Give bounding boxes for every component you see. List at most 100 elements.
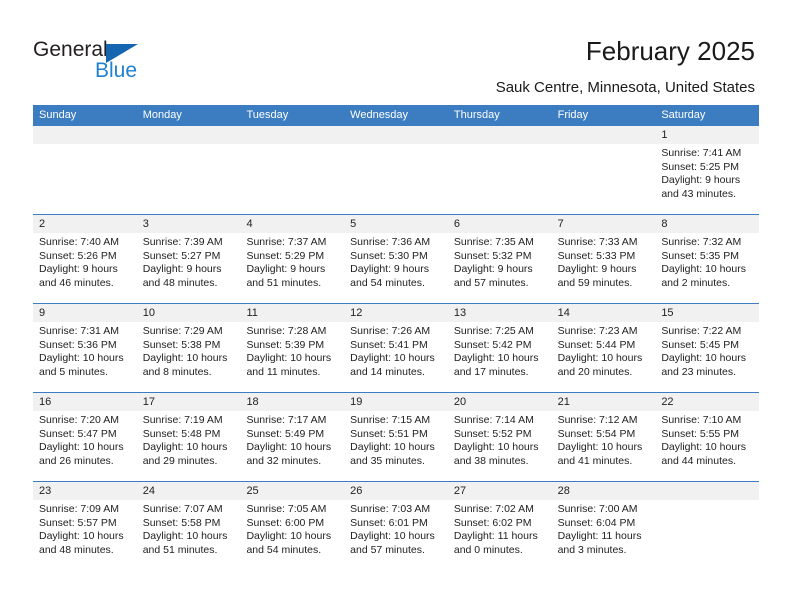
sunrise-text: Sunrise: 7:07 AM: [142, 503, 223, 515]
daylight-text: Daylight: 10 hours and 5 minutes.: [39, 352, 124, 378]
day-cell[interactable]: 12 Sunrise: 7:26 AM Sunset: 5:41 PM Dayl…: [344, 304, 448, 392]
day-details: Sunrise: 7:02 AM Sunset: 6:02 PM Dayligh…: [448, 500, 552, 557]
day-cell[interactable]: 7 Sunrise: 7:33 AM Sunset: 5:33 PM Dayli…: [551, 215, 656, 303]
day-number: 22: [655, 393, 760, 411]
weekday-header-tuesday: Tuesday: [246, 109, 289, 121]
day-number: 6: [447, 215, 552, 233]
calendar-week-row: 23 Sunrise: 7:09 AM Sunset: 5:57 PM Dayl…: [33, 481, 760, 570]
day-cell[interactable]: 8 Sunrise: 7:32 AM Sunset: 5:35 PM Dayli…: [655, 215, 760, 303]
sunrise-text: Sunrise: 7:17 AM: [246, 414, 327, 426]
day-details: Sunrise: 7:36 AM Sunset: 5:30 PM Dayligh…: [344, 233, 448, 290]
day-cell[interactable]: [33, 126, 137, 214]
day-details: Sunrise: 7:40 AM Sunset: 5:26 PM Dayligh…: [33, 233, 137, 290]
day-details: Sunrise: 7:10 AM Sunset: 5:55 PM Dayligh…: [655, 411, 759, 468]
day-details: Sunrise: 7:03 AM Sunset: 6:01 PM Dayligh…: [344, 500, 448, 557]
day-number: 3: [136, 215, 241, 233]
day-number: 23: [33, 482, 137, 500]
day-number: [136, 126, 241, 144]
sunset-text: Sunset: 5:35 PM: [661, 249, 739, 262]
daylight-text: Daylight: 10 hours and 23 minutes.: [661, 352, 746, 378]
sunset-text: Sunset: 5:27 PM: [142, 249, 221, 262]
day-cell[interactable]: 19 Sunrise: 7:15 AM Sunset: 5:51 PM Dayl…: [344, 393, 448, 481]
daylight-text: Daylight: 9 hours and 46 minutes.: [39, 263, 118, 289]
day-cell[interactable]: 17 Sunrise: 7:19 AM Sunset: 5:48 PM Dayl…: [136, 393, 241, 481]
sunset-text: Sunset: 5:29 PM: [246, 249, 325, 262]
day-cell[interactable]: 2 Sunrise: 7:40 AM Sunset: 5:26 PM Dayli…: [33, 215, 137, 303]
day-number: 2: [33, 215, 137, 233]
day-details: Sunrise: 7:39 AM Sunset: 5:27 PM Dayligh…: [137, 233, 241, 290]
day-cell[interactable]: 10 Sunrise: 7:29 AM Sunset: 5:38 PM Dayl…: [136, 304, 241, 392]
weekday-header-sunday: Sunday: [39, 109, 77, 121]
sunset-text: Sunset: 5:55 PM: [661, 427, 739, 440]
logo-text-blue: Blue: [95, 59, 138, 82]
day-cell[interactable]: 15 Sunrise: 7:22 AM Sunset: 5:45 PM Dayl…: [655, 304, 760, 392]
sunrise-text: Sunrise: 7:37 AM: [246, 236, 327, 248]
day-details: Sunrise: 7:15 AM Sunset: 5:51 PM Dayligh…: [344, 411, 448, 468]
day-cell[interactable]: 21 Sunrise: 7:12 AM Sunset: 5:54 PM Dayl…: [551, 393, 656, 481]
day-cell[interactable]: 22 Sunrise: 7:10 AM Sunset: 5:55 PM Dayl…: [655, 393, 760, 481]
page-header: General Blue February 2025 Sauk Centre, …: [0, 0, 792, 104]
day-cell[interactable]: 16 Sunrise: 7:20 AM Sunset: 5:47 PM Dayl…: [33, 393, 137, 481]
day-number: 25: [240, 482, 345, 500]
day-cell[interactable]: 6 Sunrise: 7:35 AM Sunset: 5:32 PM Dayli…: [447, 215, 552, 303]
day-cell[interactable]: 27 Sunrise: 7:02 AM Sunset: 6:02 PM Dayl…: [447, 482, 552, 570]
day-cell[interactable]: [136, 126, 241, 214]
day-cell[interactable]: 14 Sunrise: 7:23 AM Sunset: 5:44 PM Dayl…: [551, 304, 656, 392]
day-cell[interactable]: 4 Sunrise: 7:37 AM Sunset: 5:29 PM Dayli…: [240, 215, 345, 303]
day-details: Sunrise: 7:14 AM Sunset: 5:52 PM Dayligh…: [448, 411, 552, 468]
day-number: 24: [136, 482, 241, 500]
day-cell[interactable]: 28 Sunrise: 7:00 AM Sunset: 6:04 PM Dayl…: [551, 482, 656, 570]
day-cell[interactable]: 20 Sunrise: 7:14 AM Sunset: 5:52 PM Dayl…: [447, 393, 552, 481]
day-cell[interactable]: 9 Sunrise: 7:31 AM Sunset: 5:36 PM Dayli…: [33, 304, 137, 392]
day-details: Sunrise: 7:20 AM Sunset: 5:47 PM Dayligh…: [33, 411, 137, 468]
day-cell[interactable]: 11 Sunrise: 7:28 AM Sunset: 5:39 PM Dayl…: [240, 304, 345, 392]
sunset-text: Sunset: 5:25 PM: [661, 160, 739, 173]
calendar-week-row: 1 Sunrise: 7:41 AM Sunset: 5:25 PM Dayli…: [33, 125, 760, 214]
day-number: 17: [136, 393, 241, 411]
sunrise-text: Sunrise: 7:40 AM: [39, 236, 119, 248]
sunset-text: Sunset: 5:39 PM: [246, 338, 325, 351]
day-cell[interactable]: [447, 126, 552, 214]
sunset-text: Sunset: 5:51 PM: [350, 427, 428, 440]
sunrise-text: Sunrise: 7:28 AM: [246, 325, 327, 337]
day-cell[interactable]: 13 Sunrise: 7:25 AM Sunset: 5:42 PM Dayl…: [447, 304, 552, 392]
day-cell[interactable]: 3 Sunrise: 7:39 AM Sunset: 5:27 PM Dayli…: [136, 215, 241, 303]
day-cell[interactable]: 26 Sunrise: 7:03 AM Sunset: 6:01 PM Dayl…: [344, 482, 448, 570]
sunset-text: Sunset: 5:38 PM: [142, 338, 221, 351]
day-cell[interactable]: 23 Sunrise: 7:09 AM Sunset: 5:57 PM Dayl…: [33, 482, 137, 570]
day-details: Sunrise: 7:25 AM Sunset: 5:42 PM Dayligh…: [448, 322, 552, 379]
day-cell[interactable]: [551, 126, 656, 214]
sunrise-text: Sunrise: 7:29 AM: [142, 325, 223, 337]
day-number: [33, 126, 137, 144]
day-number: [240, 126, 345, 144]
day-details: Sunrise: 7:09 AM Sunset: 5:57 PM Dayligh…: [33, 500, 137, 557]
weekday-header-row: Sunday Monday Tuesday Wednesday Thursday…: [33, 105, 759, 125]
day-cell[interactable]: 24 Sunrise: 7:07 AM Sunset: 5:58 PM Dayl…: [136, 482, 241, 570]
daylight-text: Daylight: 10 hours and 48 minutes.: [39, 530, 124, 556]
sunset-text: Sunset: 6:04 PM: [557, 516, 636, 529]
day-details: Sunrise: 7:37 AM Sunset: 5:29 PM Dayligh…: [240, 233, 344, 290]
day-cell[interactable]: [655, 482, 760, 570]
day-cell[interactable]: [344, 126, 448, 214]
weekday-header-saturday: Saturday: [661, 109, 706, 121]
day-cell[interactable]: 18 Sunrise: 7:17 AM Sunset: 5:49 PM Dayl…: [240, 393, 345, 481]
day-number: 20: [447, 393, 552, 411]
general-blue-logo[interactable]: General Blue: [33, 38, 163, 84]
day-cell[interactable]: [240, 126, 345, 214]
daylight-text: Daylight: 10 hours and 57 minutes.: [350, 530, 435, 556]
calendar-week-row: 9 Sunrise: 7:31 AM Sunset: 5:36 PM Dayli…: [33, 303, 760, 392]
daylight-text: Daylight: 9 hours and 54 minutes.: [350, 263, 429, 289]
day-cell[interactable]: 5 Sunrise: 7:36 AM Sunset: 5:30 PM Dayli…: [344, 215, 448, 303]
calendar-page: General Blue February 2025 Sauk Centre, …: [0, 0, 792, 612]
daylight-text: Daylight: 10 hours and 11 minutes.: [246, 352, 332, 378]
day-cell[interactable]: 25 Sunrise: 7:05 AM Sunset: 6:00 PM Dayl…: [240, 482, 345, 570]
sunrise-text: Sunrise: 7:22 AM: [661, 325, 742, 337]
sunset-text: Sunset: 5:57 PM: [39, 516, 117, 529]
sunset-text: Sunset: 5:41 PM: [350, 338, 428, 351]
sunset-text: Sunset: 5:54 PM: [557, 427, 636, 440]
sunrise-text: Sunrise: 7:20 AM: [39, 414, 119, 426]
day-cell[interactable]: 1 Sunrise: 7:41 AM Sunset: 5:25 PM Dayli…: [655, 126, 760, 214]
day-details: Sunrise: 7:29 AM Sunset: 5:38 PM Dayligh…: [137, 322, 241, 379]
sunset-text: Sunset: 5:30 PM: [350, 249, 428, 262]
day-number: 16: [33, 393, 137, 411]
